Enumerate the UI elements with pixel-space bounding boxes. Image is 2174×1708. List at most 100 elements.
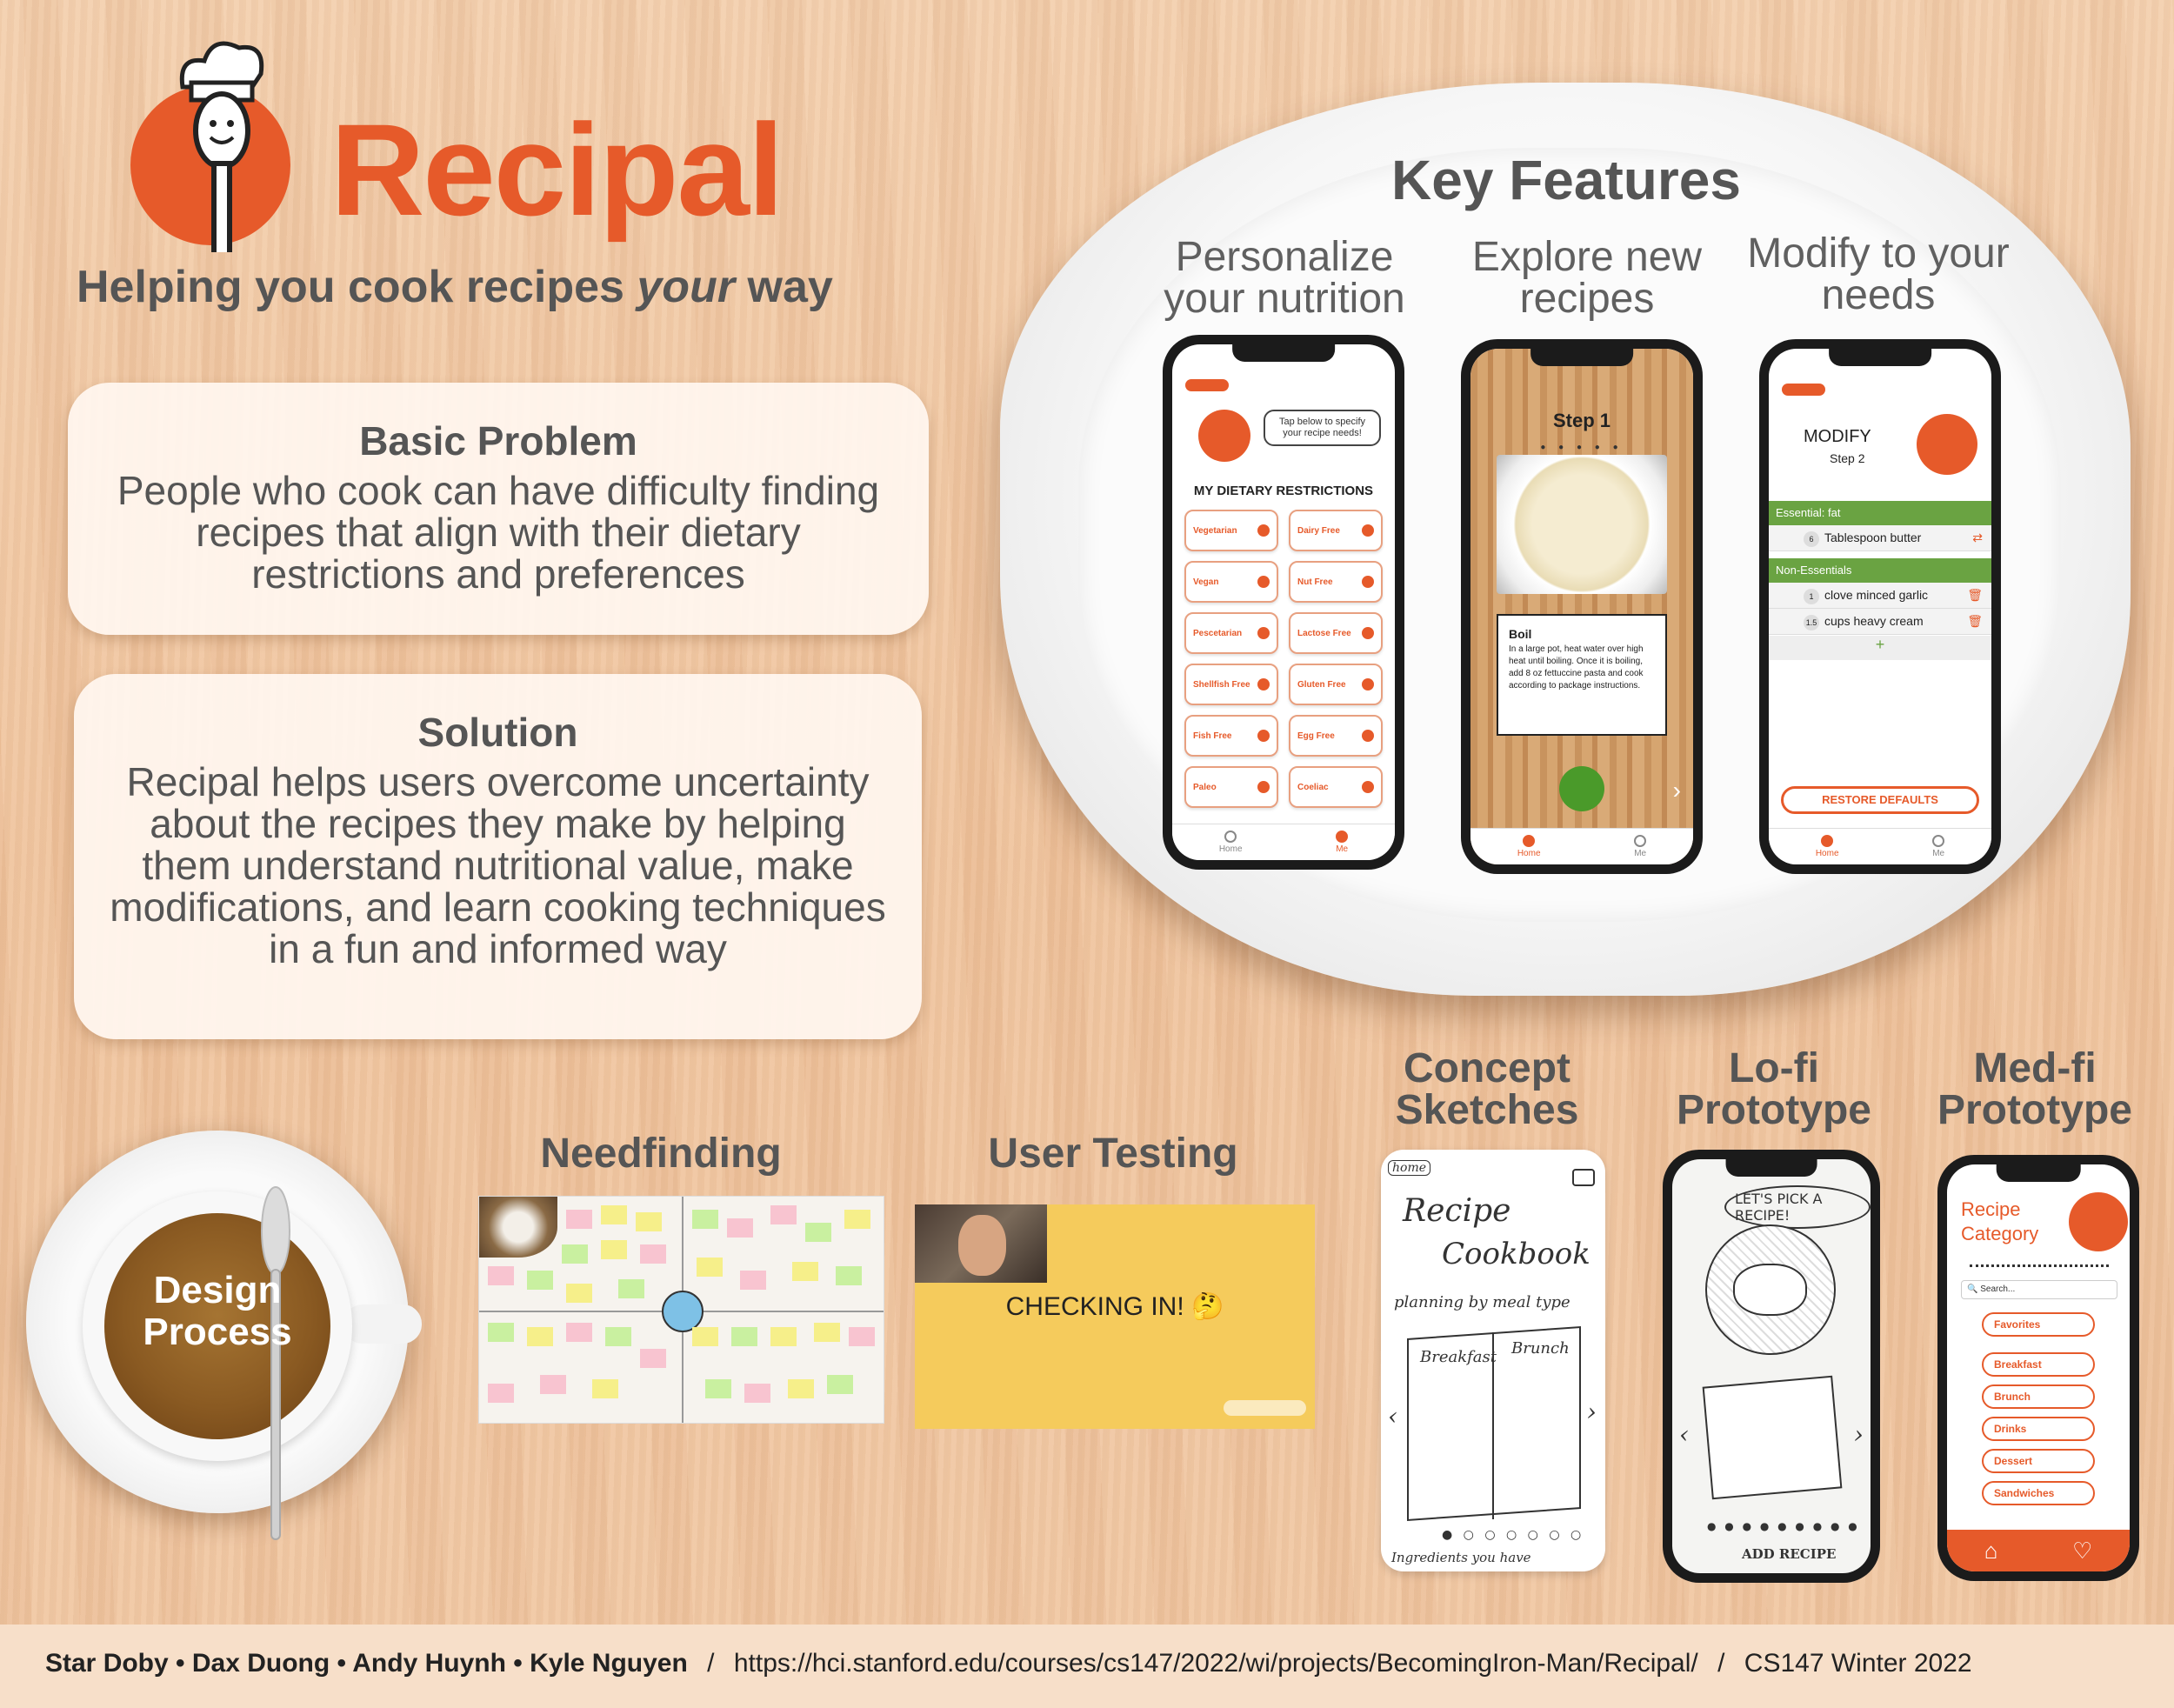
sticky-note [770,1327,797,1346]
restriction-option[interactable]: Lactose Free [1289,612,1383,654]
solution-title: Solution [417,710,578,755]
tab-bar: Home Me [1470,828,1693,864]
medfi-title: Recipe Category [1961,1198,2039,1244]
step-title: Step 1 [1552,410,1611,431]
sketch-home-label: home [1388,1160,1431,1176]
info-icon [1257,730,1270,742]
feature-explore: Explore new recipes [1471,234,1703,322]
heart-icon [1336,831,1349,843]
page-dots: ● ○ ○ ○ ○ ○ ○ [1442,1528,1585,1542]
tagline-emphasis: your [637,262,736,312]
home-icon[interactable]: ⌂ [1984,1538,1998,1565]
restriction-option[interactable]: Coeliac [1289,766,1383,808]
sticky-note [740,1271,766,1290]
ingredient-qty: 1 [1804,589,1819,604]
trash-icon[interactable]: 🗑 [1967,588,1983,603]
sticky-note [540,1375,566,1394]
tab-home[interactable]: Home [1219,831,1243,854]
nonessential-header: Non-Essentials [1769,558,1991,583]
restriction-option[interactable]: Vegan [1184,561,1278,603]
sticky-note [792,1262,818,1281]
sticky-note [727,1218,753,1238]
sheep-body [1733,1264,1807,1316]
tab-me[interactable]: Me [1634,835,1647,858]
chevron-right-icon[interactable]: › [1673,777,1681,804]
search-input[interactable]: 🔍 Search... [1961,1280,2117,1299]
sketch-title-2: Cookbook [1442,1237,1590,1271]
lofi-heading: Lo-fi Prototype [1676,1045,1871,1133]
ingredient-name: Tablespoon butter [1824,530,1922,544]
chevron-right-icon[interactable]: › [1587,1398,1597,1426]
category-breakfast[interactable]: Breakfast [1982,1352,2095,1377]
sticky-note [827,1375,853,1394]
tab-me[interactable]: Me [1336,831,1349,854]
tab-me[interactable]: Me [1932,835,1945,858]
tab-home[interactable]: Home [1517,835,1541,858]
video-controls[interactable] [1224,1400,1306,1416]
key-features-title: Key Features [1391,149,1741,211]
ingredient-row[interactable]: 1.5 cups heavy cream 🗑 [1769,609,1991,635]
trash-icon[interactable]: 🗑 [1967,614,1983,629]
tab-label: Me [1932,849,1945,858]
sticky-note [744,1384,770,1403]
restriction-option[interactable]: Nut Free [1289,561,1383,603]
chevron-right-icon[interactable]: › [1854,1420,1864,1449]
food-photo [479,1197,557,1258]
ingredient-row[interactable]: 6 Tablespoon butter ⇄ [1769,525,1991,551]
feature-personalize: Personalize your nutrition [1164,234,1405,322]
edit-pencil-button[interactable] [1559,766,1604,811]
tab-home[interactable]: Home [1816,835,1839,858]
sticky-note [488,1384,514,1403]
restriction-label: Paleo [1193,782,1217,792]
page-dots: ● ● ● ● ● ● ● ● ● [1707,1520,1860,1532]
heart-icon[interactable]: ♡ [2072,1538,2092,1565]
restriction-option[interactable]: Fish Free [1184,715,1278,757]
phone-notch [1232,344,1335,362]
sticky-note [488,1323,514,1342]
restore-defaults-button[interactable]: RESTORE DEFAULTS [1781,786,1979,814]
info-icon [1362,730,1374,742]
problem-title: Basic Problem [359,418,637,464]
phone-notch [1996,1164,2081,1182]
restriction-option[interactable]: Pescetarian [1184,612,1278,654]
restriction-option[interactable]: Paleo [1184,766,1278,808]
problem-card: Basic Problem People who cook can have d… [68,383,929,635]
restriction-option[interactable]: Egg Free [1289,715,1383,757]
restriction-option[interactable]: Gluten Free [1289,664,1383,705]
step-dots: ● ● ● ● ● [1540,443,1624,452]
restriction-label: Gluten Free [1297,679,1346,690]
ingredient-row[interactable]: 1 clove minced garlic 🗑 [1769,583,1991,609]
user-testing-heading: User Testing [988,1131,1238,1177]
footer-url[interactable]: https://hci.stanford.edu/courses/cs147/2… [734,1649,1698,1678]
footer-authors: Star Doby • Dax Duong • Andy Huynh • Kyl… [45,1649,688,1678]
ingredient-qty: 1.5 [1804,615,1819,630]
category-favorites[interactable]: Favorites [1982,1312,2095,1337]
medfi-heading: Med-fi Prototype [1937,1045,2132,1133]
home-icon [1523,835,1536,847]
category-dessert[interactable]: Dessert [1982,1449,2095,1473]
footer-sep: / [707,1649,715,1678]
add-recipe-button[interactable]: ADD RECIPE [1742,1546,1836,1562]
concept-sketch: home Recipe Cookbook planning by meal ty… [1381,1150,1605,1571]
sticky-note [836,1266,862,1285]
ingredient-name: cups heavy cream [1824,614,1924,628]
chevron-left-icon[interactable]: ‹ [1679,1420,1689,1449]
modify-step: Step 2 [1830,451,1865,465]
category-sandwiches[interactable]: Sandwiches [1982,1481,2095,1505]
sticky-note [618,1279,644,1298]
category-drinks[interactable]: Drinks [1982,1417,2095,1441]
swap-icon[interactable]: ⇄ [1972,530,1983,545]
concept-sketches-heading: Concept Sketches [1395,1045,1579,1133]
sticky-note [849,1327,875,1346]
tab-bar: Home Me [1172,824,1395,860]
chevron-left-icon[interactable]: ‹ [1388,1402,1397,1431]
back-button[interactable] [1185,379,1229,391]
persona-avatar [662,1291,704,1332]
back-button[interactable] [1782,384,1825,396]
restriction-option[interactable]: Shellfish Free [1184,664,1278,705]
restriction-label: Vegetarian [1193,525,1237,536]
restriction-option[interactable]: Vegetarian [1184,510,1278,551]
restriction-option[interactable]: Dairy Free [1289,510,1383,551]
add-ingredient-button[interactable]: + [1769,636,1991,660]
category-brunch[interactable]: Brunch [1982,1384,2095,1409]
